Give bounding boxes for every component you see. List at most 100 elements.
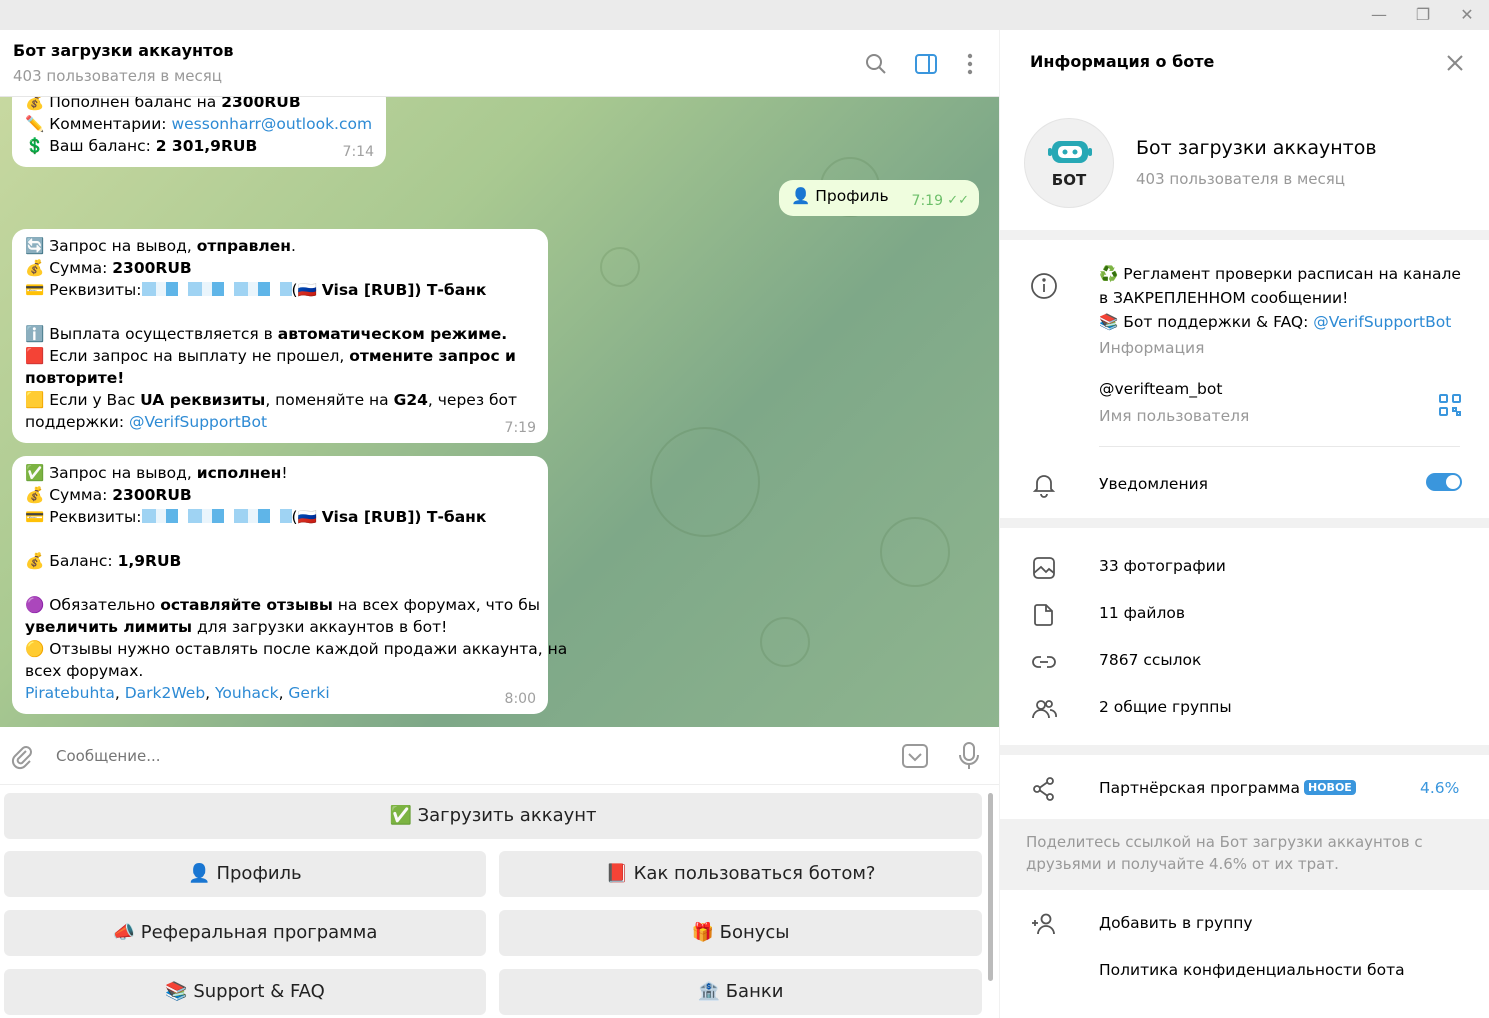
chat-header[interactable]: Бот загрузки аккаунтов 403 пользователя … xyxy=(0,30,999,97)
text: оставляйте отзывы xyxy=(160,596,333,614)
groups-icon xyxy=(1032,700,1057,719)
file-icon xyxy=(1034,604,1053,626)
search-icon[interactable] xyxy=(862,50,890,78)
text: Сумма: xyxy=(49,486,113,504)
text: , через бот xyxy=(427,391,518,409)
message-line: 💳 Реквизиты: (🇷🇺 Visa [RUB]) Т-банк xyxy=(25,508,487,526)
message-time: 7:14 xyxy=(342,144,374,160)
upload-account-button[interactable]: ✅ Загрузить аккаунт xyxy=(4,793,982,839)
label: Реферальная программа xyxy=(140,922,378,943)
text: Профиль xyxy=(815,187,889,205)
message-input[interactable] xyxy=(56,741,856,771)
desc-line: ♻️ Регламент проверки расписан на канале xyxy=(1099,265,1461,283)
balance: 1,9RUB xyxy=(117,552,182,570)
text: Регламент проверки расписан на канале xyxy=(1123,265,1461,283)
new-badge: НОВОЕ xyxy=(1304,780,1356,795)
keyboard-toggle-icon[interactable] xyxy=(900,741,930,771)
partner-note: Поделитесь ссылкой на Бот загрузки аккау… xyxy=(1000,819,1489,890)
qr-code-icon[interactable] xyxy=(1438,393,1462,417)
message-time: 7:19 xyxy=(911,193,943,209)
bonuses-button[interactable]: 🎁 Бонусы xyxy=(499,910,982,956)
close-window-icon[interactable]: ✕ xyxy=(1452,4,1482,26)
text: Ваш баланс: xyxy=(49,137,156,155)
more-menu-icon[interactable] xyxy=(956,50,984,78)
separator: , xyxy=(278,684,289,702)
status: исполнен xyxy=(196,464,282,482)
keyboard-scrollbar[interactable] xyxy=(988,793,993,981)
window-titlebar: — ❐ ✕ xyxy=(0,0,1489,30)
privacy-policy-item[interactable]: Политика конфиденциальности бота xyxy=(1099,961,1405,979)
text: , поменяйте на xyxy=(265,391,394,409)
message-line: 🟥 Если запрос на выплату не прошел, отме… xyxy=(25,347,516,365)
message-line: 💰 Сумма: 2300RUB xyxy=(25,486,192,504)
message-line: 💳 Реквизиты: (🇷🇺 Visa [RUB]) Т-банк xyxy=(25,281,487,299)
note-line: друзьями и получайте 4.6% от их трат. xyxy=(1026,855,1339,873)
text: Пополнен баланс на xyxy=(49,97,222,111)
notifications-toggle[interactable] xyxy=(1426,473,1462,491)
info-icon xyxy=(1031,273,1057,299)
notifications-label: Уведомления xyxy=(1099,475,1208,493)
message-line: 🟣 Обязательно оставляйте отзывы на всех … xyxy=(25,596,540,614)
card-type: Visa [RUB]) Т-банк xyxy=(321,281,487,299)
text: Реквизиты: xyxy=(49,508,142,526)
forum-link[interactable]: Gerki xyxy=(288,684,329,702)
message-line: 💲 Ваш баланс: 2 301,9RUB xyxy=(25,137,258,155)
groups-item[interactable]: 2 общие группы xyxy=(1099,698,1232,716)
message-incoming[interactable]: 🔄 Запрос на вывод, отправлен. 💰 Сумма: 2… xyxy=(12,229,548,443)
microphone-icon[interactable] xyxy=(955,740,983,772)
support-bot-link[interactable]: @VerifSupportBot xyxy=(129,413,267,431)
message-outgoing[interactable]: 👤 Профиль 7:19 ✓✓ xyxy=(779,180,979,216)
forum-link[interactable]: Youhack xyxy=(215,684,279,702)
section-separator xyxy=(1000,518,1489,528)
text: G24 xyxy=(393,391,428,409)
links-item[interactable]: 7867 ссылок xyxy=(1099,651,1201,669)
minimize-icon[interactable]: — xyxy=(1364,4,1394,26)
text: Реквизиты: xyxy=(49,281,142,299)
message-incoming[interactable]: ✅ Запрос на вывод, исполнен! 💰 Сумма: 23… xyxy=(12,456,567,714)
separator: , xyxy=(114,684,125,702)
partner-value: 4.6% xyxy=(1420,779,1460,797)
message-incoming[interactable]: 💰 Пополнен баланс на 2300RUB ✏️ Коммента… xyxy=(12,97,386,167)
attach-icon[interactable] xyxy=(8,743,36,771)
text: UA реквизиты xyxy=(140,391,266,409)
add-to-group-item[interactable]: Добавить в группу xyxy=(1099,914,1253,932)
forum-link[interactable]: Piratebuhta xyxy=(25,684,115,702)
amount: 2300RUB xyxy=(112,486,192,504)
photos-item[interactable]: 33 фотографии xyxy=(1099,557,1226,575)
support-faq-button[interactable]: 📚 Support & FAQ xyxy=(4,969,486,1015)
how-to-button[interactable]: 📕 Как пользоваться ботом? xyxy=(499,851,982,897)
email-link[interactable]: wessonharr@outlook.com xyxy=(171,115,372,133)
message-line: ✏️ Комментарии: wessonharr@outlook.com xyxy=(25,115,373,133)
text: всех форумах. xyxy=(25,662,144,680)
label: Профиль xyxy=(216,863,302,884)
status: отправлен xyxy=(196,237,291,255)
bot-username[interactable]: @verifteam_bot xyxy=(1099,380,1222,398)
message-time: 7:19 xyxy=(504,420,536,436)
section-separator xyxy=(1000,230,1489,240)
restore-icon[interactable]: ❐ xyxy=(1408,4,1438,26)
chat-subtitle: 403 пользователя в месяц xyxy=(13,67,222,85)
close-panel-icon[interactable] xyxy=(1440,48,1470,78)
balance: 2 301,9RUB xyxy=(155,137,258,155)
text: Бот поддержки & FAQ: xyxy=(1123,313,1314,331)
bot-avatar[interactable]: БОТ xyxy=(1024,118,1114,208)
text: Обязательно xyxy=(49,596,161,614)
referral-button[interactable]: 📣 Реферальная программа xyxy=(4,910,486,956)
profile-button[interactable]: 👤 Профиль xyxy=(4,851,486,897)
text: повторите! xyxy=(25,369,125,387)
partner-program-item[interactable]: Партнёрская программа НОВОЕ xyxy=(1099,779,1356,797)
chat-title: Бот загрузки аккаунтов xyxy=(13,41,234,60)
bot-info-panel: Информация о боте БОТ Бот загрузки аккау… xyxy=(1000,30,1489,1018)
support-bot-link[interactable]: @VerifSupportBot xyxy=(1313,313,1451,331)
message-line: всех форумах. xyxy=(25,660,534,682)
message-list[interactable]: 💰 Пополнен баланс на 2300RUB ✏️ Коммента… xyxy=(0,97,999,727)
sidebar-toggle-icon[interactable] xyxy=(912,50,940,78)
files-item[interactable]: 11 файлов xyxy=(1099,604,1185,622)
redacted-details xyxy=(141,282,292,296)
banks-button[interactable]: 🏦 Банки xyxy=(499,969,982,1015)
desc-line: 📚 Бот поддержки & FAQ: @VerifSupportBot xyxy=(1099,313,1452,331)
forum-link[interactable]: Dark2Web xyxy=(125,684,205,702)
